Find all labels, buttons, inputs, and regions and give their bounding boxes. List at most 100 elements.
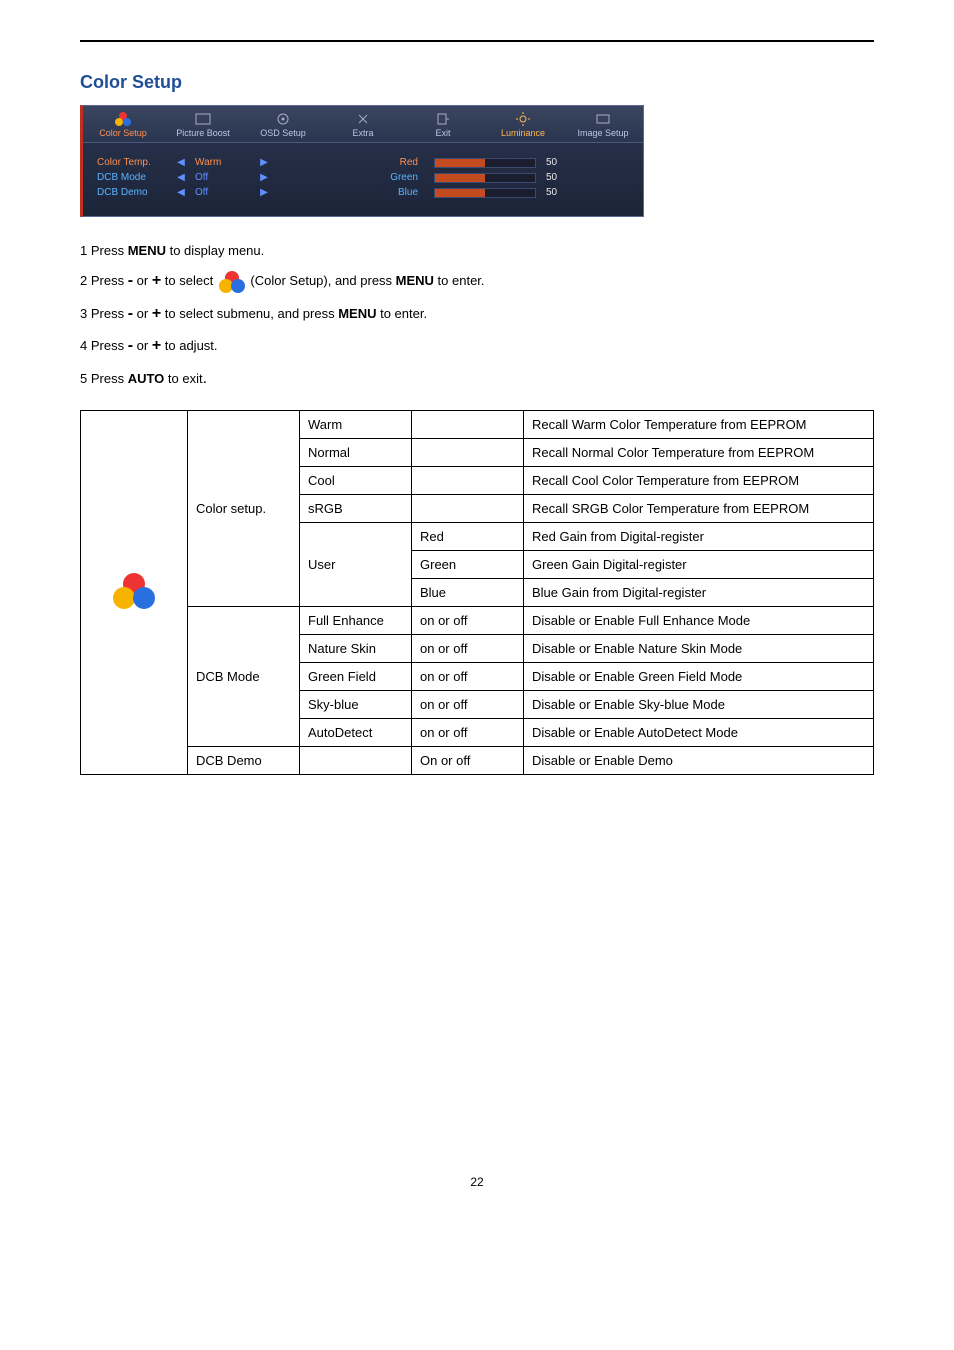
page-number: 22 [80,1175,874,1189]
desc-cell: Blue Gain from Digital-register [524,578,874,606]
text: 4 Press [80,338,128,353]
desc-cell: Red Gain from Digital-register [524,522,874,550]
key-plus: + [152,272,161,289]
text: to adjust. [161,338,217,353]
slider-track [434,158,536,168]
desc-cell: Disable or Enable Demo [524,746,874,774]
slider-label: Red [378,157,424,168]
category-cell: DCB Mode [188,606,300,746]
opt-cell: on or off [412,662,524,690]
osd-tab-label: OSD Setup [260,128,306,138]
key-menu: MENU [338,306,376,321]
instruction-5: 5 Press AUTO to exit. [80,368,874,390]
category-cell: Color setup. [188,410,300,606]
desc-cell: Recall Normal Color Temperature from EEP… [524,438,874,466]
opt-cell: On or off [412,746,524,774]
opt-cell [412,494,524,522]
osd-tab-extra: Extra [323,106,403,142]
text: to select [161,273,217,288]
osd-row-label: Color Temp. [97,157,167,168]
osd-tab-label: Exit [435,128,450,138]
text: . [203,370,207,387]
image-setup-icon [595,112,611,126]
exit-icon [436,112,450,126]
arrow-right-icon: ▶ [260,172,268,183]
arrow-left-icon: ◀ [177,157,185,168]
color-setup-icon [113,112,133,126]
desc-cell: Recall Cool Color Temperature from EEPRO… [524,466,874,494]
opt-cell: on or off [412,690,524,718]
key-plus: + [152,337,161,354]
osd-tab-picture-boost: Picture Boost [163,106,243,142]
osd-row-value: Off [195,172,250,183]
slider-track [434,188,536,198]
text: to enter. [376,306,427,321]
osd-row-label: DCB Mode [97,172,167,183]
text: or [133,306,152,321]
sub-cell: Normal [300,438,412,466]
opt-cell: on or off [412,606,524,634]
desc-cell: Disable or Enable Green Field Mode [524,662,874,690]
osd-tab-label: Extra [352,128,373,138]
key-menu: MENU [396,273,434,288]
sub-cell: Full Enhance [300,606,412,634]
osd-row-color-temp: Color Temp. ◀ Warm ▶ Red 50 [97,157,629,168]
slider-label: Green [378,172,424,183]
text: to display menu. [166,243,264,258]
slider-track [434,173,536,183]
opt-cell [412,438,524,466]
osd-tab-image-setup: Image Setup [563,106,643,142]
text: to select submenu, and press [161,306,338,321]
slider-value: 50 [546,172,570,183]
sub-cell: sRGB [300,494,412,522]
slider-label: Blue [378,187,424,198]
arrow-left-icon: ◀ [177,172,185,183]
desc-cell: Disable or Enable Sky-blue Mode [524,690,874,718]
picture-boost-icon [194,112,212,126]
slider-value: 50 [546,157,570,168]
key-plus: + [152,305,161,322]
desc-cell: Recall Warm Color Temperature from EEPRO… [524,410,874,438]
instruction-1: 1 Press MENU to display menu. [80,242,874,260]
osd-row-label: DCB Demo [97,187,167,198]
osd-tab-label: Color Setup [99,128,147,138]
desc-cell: Disable or Enable AutoDetect Mode [524,718,874,746]
opt-cell: Blue [412,578,524,606]
text: 2 Press [80,273,128,288]
opt-cell: Red [412,522,524,550]
sub-cell: Nature Skin [300,634,412,662]
desc-cell: Disable or Enable Full Enhance Mode [524,606,874,634]
osd-row-value: Off [195,187,250,198]
desc-cell: Disable or Enable Nature Skin Mode [524,634,874,662]
osd-tab-bar: Color Setup Picture Boost OSD Setup Extr… [83,106,643,143]
arrow-right-icon: ▶ [260,187,268,198]
instruction-3: 3 Press - or + to select submenu, and pr… [80,303,874,325]
osd-setup-icon [275,112,291,126]
arrow-right-icon: ▶ [260,157,268,168]
slider-value: 50 [546,187,570,198]
sub-cell: Sky-blue [300,690,412,718]
color-setup-icon [113,573,155,609]
sub-cell: Cool [300,466,412,494]
desc-cell: Recall SRGB Color Temperature from EEPRO… [524,494,874,522]
instruction-4: 4 Press - or + to adjust. [80,335,874,357]
text: to exit [164,371,202,386]
luminance-icon [516,112,530,126]
key-auto: AUTO [128,371,165,386]
table-row: Color setup. Warm Recall Warm Color Temp… [81,410,874,438]
settings-table: Color setup. Warm Recall Warm Color Temp… [80,410,874,775]
osd-tab-label: Luminance [501,128,545,138]
sub-cell: Warm [300,410,412,438]
osd-tab-color-setup: Color Setup [83,106,163,142]
text: 1 Press [80,243,128,258]
text: 3 Press [80,306,128,321]
opt-cell [412,410,524,438]
text: or [133,273,152,288]
osd-tab-label: Picture Boost [176,128,230,138]
opt-cell: on or off [412,718,524,746]
table-row: DCB Demo On or off Disable or Enable Dem… [81,746,874,774]
table-icon-cell [81,410,188,774]
osd-tab-osd-setup: OSD Setup [243,106,323,142]
page-top-rule [80,40,874,42]
text: 5 Press [80,371,128,386]
